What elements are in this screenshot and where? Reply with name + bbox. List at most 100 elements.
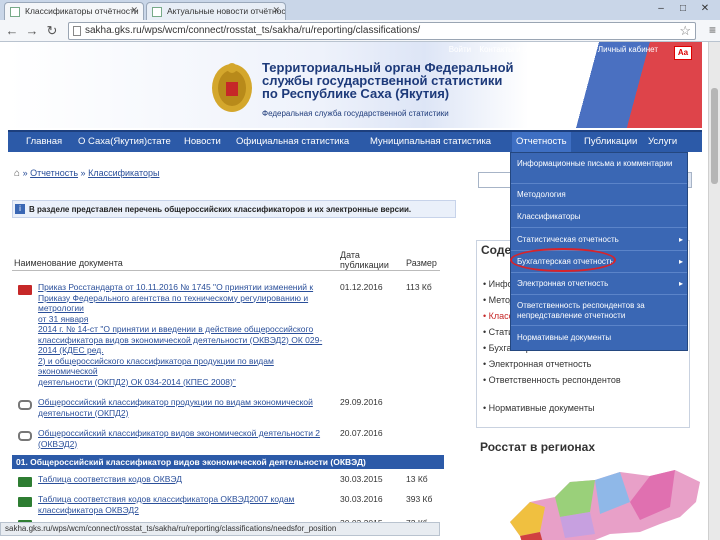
row-line: классификатора видов экономической деяте… bbox=[38, 334, 323, 345]
row-size: 13 Кб bbox=[406, 474, 428, 484]
sidebar-item[interactable]: • Электронная отчетность bbox=[483, 359, 591, 369]
favicon-icon bbox=[10, 7, 20, 17]
nav-about[interactable]: О Саха(Якутия)стате bbox=[74, 132, 175, 152]
dropdown-item-label: Электронная отчетность bbox=[517, 279, 609, 288]
forward-arrow-icon[interactable]: → bbox=[24, 23, 40, 39]
row-date: 30.03.2016 bbox=[340, 494, 383, 504]
regions-heading: Росстат в регионах bbox=[480, 440, 596, 454]
chevron-right-icon: ▸ bbox=[678, 279, 683, 288]
row-date: 29.09.2016 bbox=[340, 397, 383, 407]
info-box: i В разделе представлен перечень общерос… bbox=[12, 200, 456, 218]
nav-publications[interactable]: Публикации bbox=[580, 132, 641, 152]
dropdown-item-responsibility[interactable]: Ответственность респондентов за непредст… bbox=[517, 301, 683, 321]
row-line: 2014 г. № 14-ст "О принятии и введении в… bbox=[38, 324, 314, 334]
row-line: деятельности (ОКПД2) bbox=[38, 407, 129, 418]
dropdown-item-methodology[interactable]: Методология bbox=[517, 190, 683, 200]
page-scrollbar[interactable] bbox=[708, 42, 720, 540]
dropdown-item-label: Классификаторы bbox=[517, 212, 581, 221]
table-header-divider bbox=[12, 270, 440, 271]
nav-reporting[interactable]: Отчетность bbox=[512, 132, 571, 152]
dropdown-item-classifiers[interactable]: Классификаторы bbox=[517, 212, 683, 222]
xls-icon[interactable] bbox=[18, 477, 32, 487]
table-row-link[interactable]: Таблица соответствия кодов классификатор… bbox=[38, 494, 334, 515]
table-row-link[interactable]: Общероссийский классификатор продукции п… bbox=[38, 397, 334, 418]
browser-tab-2[interactable]: Актуальные новости отчётности ✕ bbox=[146, 2, 286, 20]
row-line: экономической bbox=[38, 366, 98, 376]
row-date: 01.12.2016 bbox=[340, 282, 383, 292]
bookmark-star-icon[interactable]: ☆ bbox=[679, 23, 691, 39]
breadcrumb-sep: » bbox=[80, 168, 86, 178]
table-row-link[interactable]: Таблица соответствия кодов ОКВЭД bbox=[38, 474, 334, 485]
settings-icon[interactable]: ⚙ bbox=[582, 45, 589, 54]
table-row-link[interactable]: Приказ Росстандарта от 10.11.2016 № 1745… bbox=[38, 282, 334, 387]
breadcrumb-current[interactable]: Классификаторы bbox=[88, 168, 159, 178]
close-tab-icon[interactable]: ✕ bbox=[130, 5, 138, 16]
emblem-icon bbox=[212, 63, 252, 112]
reload-icon[interactable]: ↻ bbox=[44, 23, 60, 39]
dropdown-divider bbox=[511, 227, 687, 228]
info-icon: i bbox=[15, 204, 25, 214]
dropdown-item-statistical[interactable]: Статистическая отчетность ▸ bbox=[517, 235, 683, 245]
nav-services[interactable]: Услуги bbox=[644, 132, 681, 152]
breadcrumb-sep: » bbox=[22, 168, 28, 178]
sidebar-item-label: Нормативные документы bbox=[488, 403, 595, 413]
search-icon[interactable]: ⌕ bbox=[570, 45, 574, 54]
site-title: Территориальный орган Федеральной службы… bbox=[262, 61, 522, 100]
page-icon bbox=[73, 26, 81, 36]
nav-home[interactable]: Главная bbox=[22, 132, 66, 152]
dropdown-item-normative[interactable]: Нормативные документы bbox=[517, 333, 683, 343]
home-icon[interactable]: ⌂ bbox=[14, 168, 20, 179]
link-icon[interactable] bbox=[18, 400, 32, 410]
row-line: классификатора ОКВЭД2 bbox=[38, 504, 139, 515]
row-line: Общероссийский классификатор продукции п… bbox=[38, 397, 313, 407]
account-link[interactable]: Личный кабинет bbox=[598, 45, 658, 54]
link-icon[interactable] bbox=[18, 431, 32, 441]
row-date: 30.03.2015 bbox=[340, 474, 383, 484]
site-header: Территориальный орган Федеральной службы… bbox=[8, 42, 702, 128]
contacts-link[interactable]: Контакты и реквизиты bbox=[479, 45, 561, 54]
row-date: 20.07.2016 bbox=[340, 428, 383, 438]
scrollbar-thumb[interactable] bbox=[711, 88, 718, 184]
close-tab-icon[interactable]: ✕ bbox=[272, 5, 280, 16]
url-text: sakha.gks.ru/wps/wcm/connect/rosstat_ts/… bbox=[85, 25, 421, 36]
russia-map-icon[interactable] bbox=[500, 462, 706, 540]
table-row-link[interactable]: Общероссийский классификатор видов эконо… bbox=[38, 428, 334, 449]
row-line: 2014 (КДЕС ред. bbox=[38, 345, 104, 355]
browser-menu-icon[interactable]: ≡ bbox=[709, 23, 716, 37]
row-line: Приказ Росстандарта от 10.11.2016 № 1745… bbox=[38, 282, 314, 292]
close-window-button[interactable]: ✕ bbox=[694, 2, 716, 16]
browser-tab-1[interactable]: Классификаторы отчётности ✕ bbox=[4, 2, 144, 20]
nav-official-stats[interactable]: Официальная статистика bbox=[232, 132, 353, 152]
row-line: Приказу Федерального агентства по технич… bbox=[38, 292, 309, 314]
favicon-icon bbox=[152, 7, 162, 17]
dropdown-item-electronic[interactable]: Электронная отчетность ▸ bbox=[517, 279, 683, 289]
font-size-button[interactable]: Aa bbox=[674, 46, 692, 60]
pdf-icon[interactable] bbox=[18, 285, 32, 295]
sidebar-item[interactable]: • Ответственность респондентов bbox=[483, 375, 621, 385]
dropdown-divider bbox=[511, 183, 687, 184]
th-date: Дата публикации bbox=[340, 250, 389, 270]
dropdown-item-letters[interactable]: Информационные письма и комментарии bbox=[517, 159, 683, 169]
nav-news[interactable]: Новости bbox=[180, 132, 225, 152]
breadcrumb-parent[interactable]: Отчетность bbox=[30, 168, 78, 178]
sidebar-item-label: Ответственность респондентов bbox=[488, 375, 621, 385]
dropdown-item-label: Информационные письма и комментарии bbox=[517, 159, 673, 168]
row-line: (ОКВЭД2) bbox=[38, 438, 78, 449]
dropdown-item-label: Нормативные документы bbox=[517, 333, 612, 342]
dropdown-item-label: Ответственность респондентов за непредст… bbox=[517, 301, 645, 320]
dropdown-item-label: Статистическая отчетность bbox=[517, 235, 619, 244]
tab-label: Актуальные новости отчётности bbox=[167, 6, 286, 16]
address-bar[interactable]: sakha.gks.ru/wps/wcm/connect/rosstat_ts/… bbox=[68, 22, 696, 40]
th-size: Размер bbox=[406, 258, 437, 268]
tab-label: Классификаторы отчётности bbox=[25, 6, 139, 16]
login-link[interactable]: Войти bbox=[449, 45, 471, 54]
row-line: Общероссийский классификатор видов эконо… bbox=[38, 428, 321, 438]
xls-icon[interactable] bbox=[18, 497, 32, 507]
minimize-button[interactable]: – bbox=[650, 2, 672, 16]
nav-municipal-stats[interactable]: Муниципальная статистика bbox=[366, 132, 495, 152]
back-arrow-icon[interactable]: ← bbox=[4, 23, 20, 39]
top-links: Войти Контакты и реквизиты ⌕ ⚙ Личный ка… bbox=[443, 45, 658, 55]
maximize-button[interactable]: □ bbox=[672, 2, 694, 16]
sidebar-item[interactable]: • Нормативные документы bbox=[483, 403, 595, 413]
sidebar-item-label: Электронная отчетность bbox=[488, 359, 592, 369]
